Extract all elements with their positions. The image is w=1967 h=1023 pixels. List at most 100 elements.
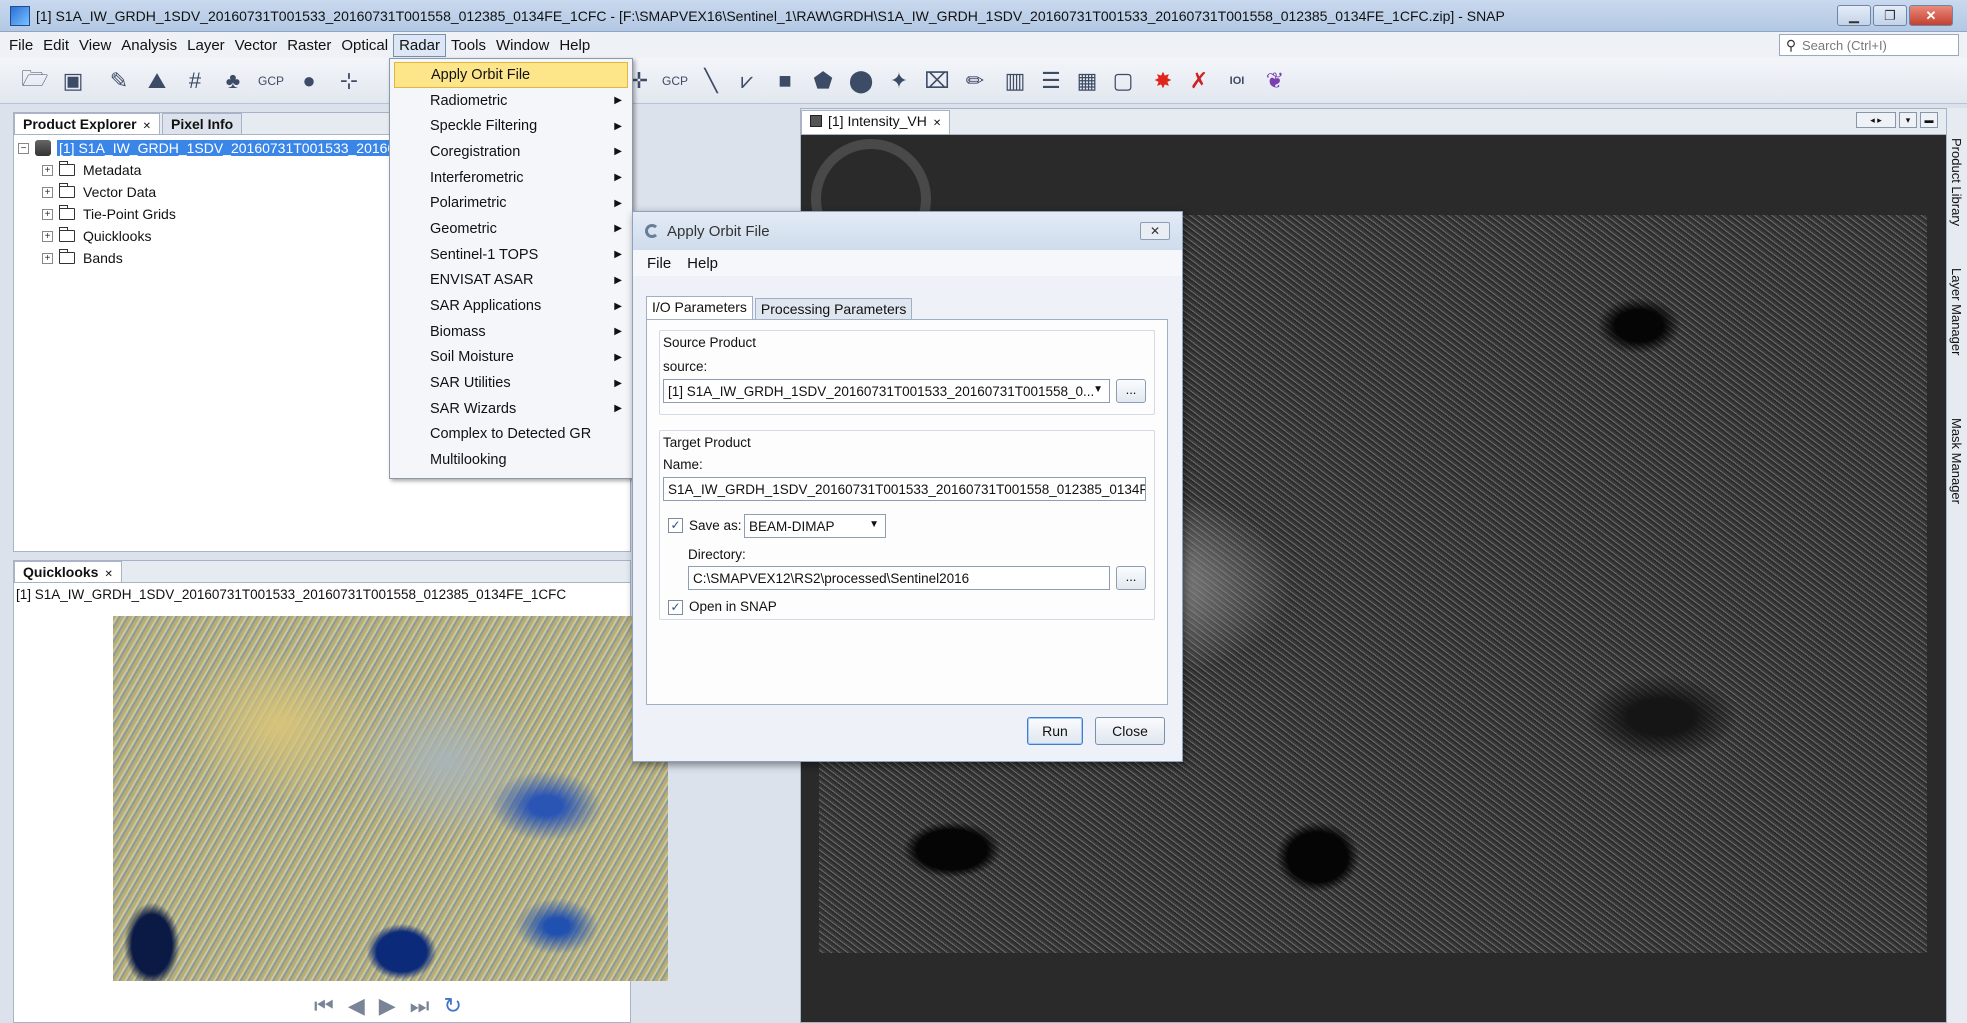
minimize-panel-icon[interactable]: ▬ bbox=[1920, 112, 1938, 128]
radar-menu-item-sar-applications[interactable]: SAR Applications ▶ bbox=[390, 293, 632, 319]
menu-window[interactable]: Window bbox=[491, 35, 554, 56]
previous-icon[interactable]: ◀ bbox=[348, 993, 365, 1019]
expand-icon[interactable]: + bbox=[42, 208, 53, 220]
radar-menu-item-soil-moisture[interactable]: Soil Moisture ▶ bbox=[390, 345, 632, 371]
radar-menu-item-multilooking[interactable]: Multilooking bbox=[390, 447, 632, 473]
open-product-icon[interactable]: 🗁 bbox=[21, 66, 48, 94]
radar-menu-item-sentinel-1-tops[interactable]: Sentinel-1 TOPS ▶ bbox=[390, 242, 632, 268]
tab-processing-parameters[interactable]: Processing Parameters bbox=[754, 298, 913, 319]
rectangle-tool-icon[interactable]: ■ bbox=[772, 68, 798, 94]
band-maths-icon[interactable]: ✎ bbox=[106, 68, 132, 94]
radar-menu-item-polarimetric[interactable]: Polarimetric ▶ bbox=[390, 190, 632, 216]
radar-menu-item-sar-utilities[interactable]: SAR Utilities ▶ bbox=[390, 370, 632, 396]
star-tool-icon[interactable]: ✸ bbox=[1150, 68, 1176, 94]
tab-product-explorer[interactable]: Product Explorer ✕ bbox=[14, 113, 160, 134]
line-tool-icon[interactable]: ╲ bbox=[698, 68, 724, 94]
range-finder-icon[interactable]: ⌧ bbox=[924, 68, 950, 94]
menu-radar[interactable]: Radar bbox=[393, 33, 446, 57]
restore-button[interactable]: ❐ bbox=[1873, 5, 1907, 26]
next-icon[interactable]: ▶ bbox=[379, 993, 396, 1019]
side-tab-product-library[interactable]: Product Library bbox=[1949, 138, 1964, 226]
tile-horizontal-icon[interactable]: ☰ bbox=[1038, 68, 1064, 94]
tile-evenly-icon[interactable]: ▥ bbox=[1002, 68, 1028, 94]
close-icon[interactable]: ✕ bbox=[143, 121, 151, 132]
menu-analysis[interactable]: Analysis bbox=[116, 35, 182, 56]
spectrum-icon[interactable]: ● bbox=[296, 68, 322, 94]
close-icon[interactable]: ✕ bbox=[933, 118, 941, 129]
directory-field[interactable]: C:\SMAPVEX12\RS2\processed\Sentinel2016 bbox=[688, 566, 1110, 590]
gcp-icon[interactable]: GCP bbox=[258, 68, 284, 94]
tab-intensity-vh[interactable]: [1] Intensity_VH ✕ bbox=[801, 110, 951, 134]
tab-list-icon[interactable]: ▾ bbox=[1899, 112, 1917, 128]
minimize-button[interactable]: ▁ bbox=[1837, 5, 1871, 26]
menu-tools[interactable]: Tools bbox=[446, 35, 491, 56]
radar-menu-item-geometric[interactable]: Geometric ▶ bbox=[390, 216, 632, 242]
save-format-select[interactable]: BEAM-DIMAP ▼ bbox=[744, 514, 886, 538]
grid-tool-icon[interactable]: # bbox=[182, 68, 208, 94]
menu-layer[interactable]: Layer bbox=[182, 35, 230, 56]
menu-optical[interactable]: Optical bbox=[336, 35, 393, 56]
open-in-snap-checkbox[interactable]: ✓ bbox=[668, 600, 683, 615]
gcp-placing-icon[interactable]: GCP bbox=[662, 68, 688, 94]
run-button[interactable]: Run bbox=[1027, 717, 1083, 745]
tab-pixel-info[interactable]: Pixel Info bbox=[161, 113, 243, 134]
vector-tool-icon[interactable]: ✗ bbox=[1186, 68, 1212, 94]
menu-file[interactable]: File bbox=[4, 35, 38, 56]
expand-icon[interactable]: + bbox=[42, 164, 53, 176]
radar-menu-item-speckle-filtering[interactable]: Speckle Filtering ▶ bbox=[390, 113, 632, 139]
binary-tool-icon[interactable]: IOI bbox=[1224, 68, 1250, 94]
polygon-tool-icon[interactable]: ⬟ bbox=[810, 68, 836, 94]
tab-quicklooks[interactable]: Quicklooks ✕ bbox=[14, 561, 122, 582]
expand-icon[interactable]: + bbox=[42, 252, 53, 264]
magic-wand-icon[interactable]: ✦ bbox=[886, 68, 912, 94]
last-icon[interactable]: ⏭ bbox=[410, 993, 430, 1019]
search-input[interactable]: ⚲ Search (Ctrl+I) bbox=[1779, 34, 1959, 56]
cluster-tool-icon[interactable]: ❦ bbox=[1262, 68, 1288, 94]
menu-vector[interactable]: Vector bbox=[230, 35, 283, 56]
radar-menu-item-biomass[interactable]: Biomass ▶ bbox=[390, 319, 632, 345]
radar-menu-item-coregistration[interactable]: Coregistration ▶ bbox=[390, 139, 632, 165]
radar-menu-item-sar-wizards[interactable]: SAR Wizards ▶ bbox=[390, 396, 632, 422]
pin-tool-icon[interactable]: ♣ bbox=[220, 68, 246, 94]
save-as-checkbox[interactable]: ✓ bbox=[668, 518, 683, 533]
expand-icon[interactable]: + bbox=[42, 186, 53, 198]
tile-vertical-icon[interactable]: ▦ bbox=[1074, 68, 1100, 94]
dialog-menu-file[interactable]: File bbox=[639, 255, 679, 272]
submenu-arrow-icon: ▶ bbox=[614, 300, 622, 312]
scroll-tabs-icon[interactable]: ◂ ▸ bbox=[1856, 112, 1896, 128]
close-window-button[interactable]: ✕ bbox=[1909, 5, 1953, 26]
target-name-field[interactable]: S1A_IW_GRDH_1SDV_20160731T001533_2016073… bbox=[663, 477, 1146, 501]
radar-menu-item-envisat-asar[interactable]: ENVISAT ASAR ▶ bbox=[390, 268, 632, 294]
graph-icon[interactable]: ⊹ bbox=[336, 68, 362, 94]
menu-raster[interactable]: Raster bbox=[282, 35, 336, 56]
polyline-tool-icon[interactable]: ⩗ bbox=[734, 68, 760, 94]
radar-menu-item-complex-to-detected-gr[interactable]: Complex to Detected GR bbox=[390, 422, 632, 448]
expand-icon[interactable]: + bbox=[42, 230, 53, 242]
radar-menu-item-interferometric[interactable]: Interferometric ▶ bbox=[390, 165, 632, 191]
refresh-icon[interactable]: ↻ bbox=[443, 993, 461, 1019]
close-icon[interactable]: ✕ bbox=[104, 569, 112, 580]
menu-edit[interactable]: Edit bbox=[38, 35, 74, 56]
quicklook-image[interactable] bbox=[113, 616, 668, 981]
product-name[interactable]: [1] S1A_IW_GRDH_1SDV_20160731T001533_201… bbox=[57, 140, 406, 156]
mask-icon[interactable]: ⛰ bbox=[144, 68, 170, 94]
menu-view[interactable]: View bbox=[74, 35, 116, 56]
radar-menu-item-apply-orbit-file[interactable]: Apply Orbit File bbox=[394, 62, 628, 88]
first-icon[interactable]: ⏮ bbox=[314, 993, 334, 1019]
directory-browse-button[interactable]: ... bbox=[1116, 566, 1146, 590]
menu-help[interactable]: Help bbox=[554, 35, 595, 56]
side-tab-mask-manager[interactable]: Mask Manager bbox=[1949, 418, 1964, 504]
ellipse-tool-icon[interactable]: ⬤ bbox=[848, 68, 874, 94]
tab-io-parameters[interactable]: I/O Parameters bbox=[646, 296, 753, 319]
pencil-icon[interactable]: ✏ bbox=[962, 68, 988, 94]
tile-single-icon[interactable]: ▢ bbox=[1110, 68, 1136, 94]
collapse-icon[interactable]: − bbox=[18, 142, 29, 154]
close-button[interactable]: Close bbox=[1095, 717, 1165, 745]
source-browse-button[interactable]: ... bbox=[1116, 379, 1146, 403]
source-product-select[interactable]: [1] S1A_IW_GRDH_1SDV_20160731T001533_201… bbox=[663, 379, 1110, 403]
side-tab-layer-manager[interactable]: Layer Manager bbox=[1949, 268, 1964, 355]
radar-menu-item-radiometric[interactable]: Radiometric ▶ bbox=[390, 88, 632, 114]
dialog-close-icon[interactable]: ✕ bbox=[1140, 222, 1170, 240]
save-product-icon[interactable]: ▣ bbox=[60, 68, 86, 94]
dialog-menu-help[interactable]: Help bbox=[679, 255, 726, 272]
